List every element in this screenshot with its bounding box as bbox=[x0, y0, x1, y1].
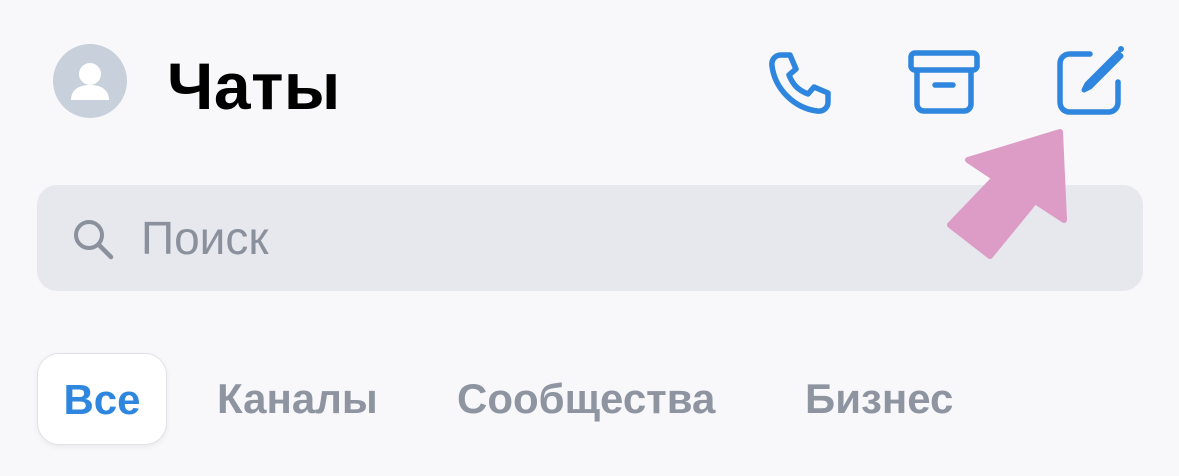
compose-icon bbox=[1057, 46, 1124, 115]
tab-business[interactable]: Бизнес bbox=[805, 353, 953, 445]
pointer-arrow-icon bbox=[947, 129, 1067, 259]
tab-communities[interactable]: Сообщества bbox=[457, 353, 715, 445]
archive-icon bbox=[908, 50, 980, 114]
new-chat-button[interactable] bbox=[1050, 42, 1130, 122]
calls-button[interactable] bbox=[760, 42, 840, 122]
tab-all[interactable]: Все bbox=[37, 353, 167, 445]
profile-avatar[interactable] bbox=[53, 44, 127, 118]
tab-channels[interactable]: Каналы bbox=[217, 353, 378, 445]
search-icon bbox=[74, 220, 114, 260]
phone-icon bbox=[769, 52, 831, 114]
person-icon bbox=[71, 63, 109, 100]
page-title: Чаты bbox=[167, 49, 341, 123]
archive-button[interactable] bbox=[904, 42, 984, 122]
